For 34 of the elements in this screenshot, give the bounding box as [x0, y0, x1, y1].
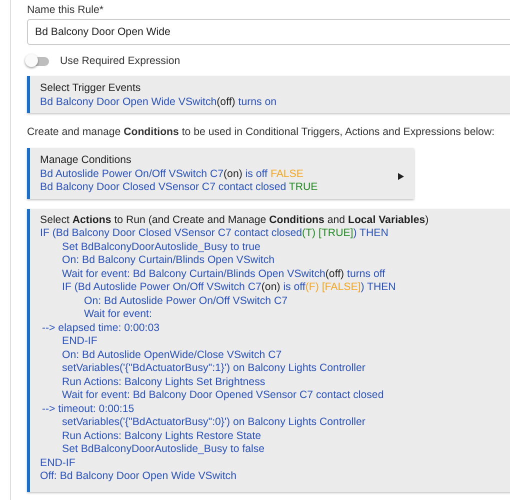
action-line[interactable]: Run Actions: Balcony Lights Restore State	[40, 430, 262, 443]
action-line[interactable]: Set BdBalconyDoorAutoslide_Busy to true	[40, 240, 260, 254]
action-line[interactable]: END-IF	[40, 335, 98, 348]
action-line[interactable]: Off: Bd Balcony Door Open Wide VSwitch	[40, 470, 236, 484]
action-line[interactable]: Wait for event: Bd Balcony Curtain/Blinds Open VSwitch(off) turns off	[40, 268, 386, 281]
action-line[interactable]: END-IF	[40, 456, 76, 470]
toggle-label: Use Required Expression	[60, 55, 180, 67]
actions-panel[interactable]	[27, 208, 510, 492]
condition-line[interactable]: Bd Balcony Door Closed VSensor C7 contact closed TRUE	[40, 181, 318, 194]
panel-title: Select Trigger Events	[40, 82, 142, 96]
action-line[interactable]: IF (Bd Autoslide Power On/Off VSwitch C7(on) is off(F) [FALSE]) THEN	[40, 281, 396, 294]
panel-title: Manage Conditions	[40, 154, 132, 168]
action-line[interactable]: On: Bd Autoslide OpenWide/Close VSwitch C7	[40, 348, 282, 362]
action-line[interactable]: Run Actions: Balcony Lights Set Brightness	[40, 376, 266, 389]
rule-name-field[interactable]: Bd Balcony Door Open Wide	[27, 19, 510, 45]
action-line[interactable]: On: Bd Balcony Curtain/Blinds Open VSwitch	[40, 254, 275, 268]
action-line[interactable]: On: Bd Autoslide Power On/Off VSwitch C7	[40, 294, 288, 308]
action-line[interactable]: Wait for event:	[40, 308, 152, 322]
action-line[interactable]: setVariables('{"BdActuatorBusy":1}') on Balcony Lights Controller	[40, 362, 366, 376]
field-label: Name this Rule*	[27, 4, 105, 16]
action-line[interactable]: IF (Bd Balcony Door Closed VSensor C7 contact closed(T) [TRUE]) THEN	[40, 227, 388, 240]
action-note[interactable]: --> elapsed time: 0:00:03	[42, 322, 160, 335]
trigger-events-panel[interactable]: Select Trigger Events Bd Balcony Door Open Wide VSwitch(off) turns on	[27, 76, 510, 113]
expand-arrow-icon[interactable]	[398, 173, 404, 180]
conditions-panel[interactable]: Manage Conditions Bd Autoslide Power On/Off VSwitch C7(on) is off FALSE Bd Balcony Door Closed VSensor C7 contact closed TRUE	[27, 148, 414, 198]
action-line[interactable]: Set BdBalconyDoorAutoslide_Busy to false	[40, 443, 265, 456]
action-note[interactable]: --> timeout: 0:00:15	[42, 402, 134, 416]
action-line[interactable]: setVariables('{"BdActuatorBusy":0}') on Balcony Lights Controller	[40, 416, 366, 430]
intro-text: Create and manage Conditions to be used in Conditional Triggers, Actions and Expressions below:	[27, 126, 496, 138]
toggle-switch[interactable]	[27, 56, 49, 66]
trigger-line[interactable]: Bd Balcony Door Open Wide VSwitch(off) turns on	[40, 96, 277, 109]
condition-line[interactable]: Bd Autoslide Power On/Off VSwitch C7(on) is off FALSE	[40, 168, 304, 181]
panel-title: Select Actions to Run (and Create and Manage Conditions and Local Variables)	[40, 214, 430, 227]
action-line[interactable]: Wait for event: Bd Balcony Door Opened VSensor C7 contact closed	[40, 389, 384, 402]
